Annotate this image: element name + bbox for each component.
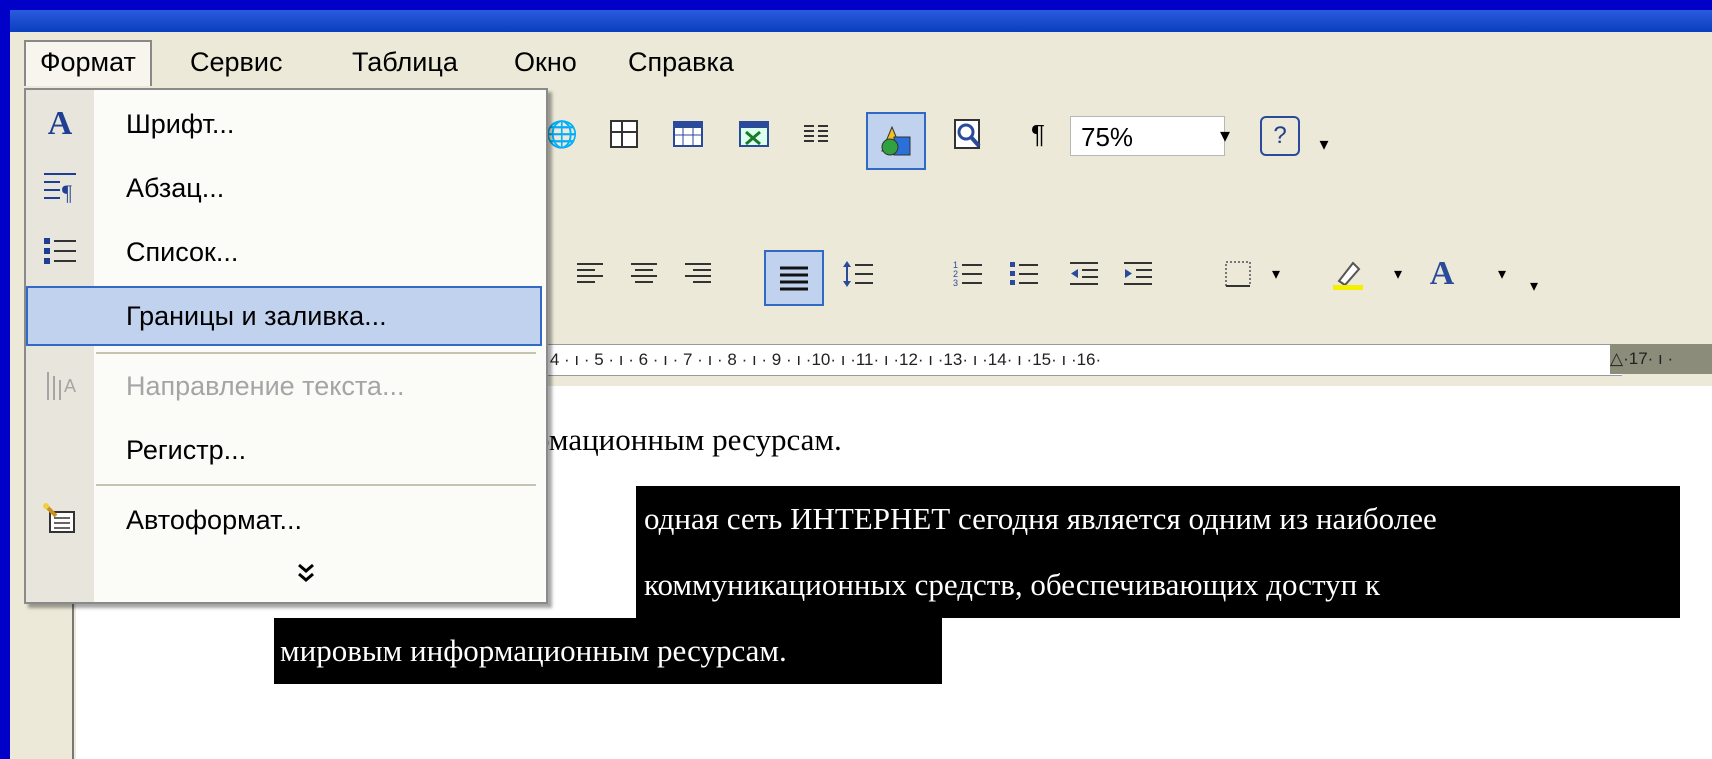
list-icon [40,234,80,270]
menu-item-case[interactable]: Регистр... [26,420,546,480]
hyperlink-icon[interactable]: 🌐 [544,116,580,152]
menu-window[interactable]: Окно [500,42,591,82]
svg-text:¶: ¶ [62,180,72,204]
menu-table[interactable]: Таблица [338,42,472,82]
word-window: Формат Сервис Таблица Окно Справка 🌐 ¶ 7… [10,10,1712,759]
menu-service[interactable]: Сервис [176,42,296,82]
doc-selected-line-2: одная сеть ИНТЕРНЕТ сегодня является одн… [636,486,1680,552]
title-bar [10,10,1712,32]
menu-bar: Формат Сервис Таблица Окно Справка [10,34,1712,90]
text-direction-icon: A [40,368,80,404]
increase-indent-icon[interactable] [1120,256,1156,292]
insert-table-icon[interactable] [670,116,706,152]
doc-selected-line-4: мировым информационным ресурсам. [274,618,942,684]
toolbar-options-icon[interactable]: ▾ [1516,268,1552,304]
toolbar-options-icon[interactable]: ▾ [1306,126,1342,162]
show-hide-pilcrow-icon[interactable]: ¶ [1020,116,1056,152]
font-A-icon: A [47,105,73,142]
menu-item-paragraph[interactable]: ¶ Абзац... [26,158,546,218]
menu-item-list[interactable]: Список... [26,222,546,282]
ruler-ticks: ı · 4 · ı · 5 · ı · 6 · ı · 7 · ı · 8 · … [530,344,1622,376]
borders-dropdown-icon[interactable]: ▾ [1258,256,1294,292]
highlight-dropdown-icon[interactable]: ▾ [1380,256,1416,292]
menu-item-text-direction[interactable]: A Направление текста... [26,356,546,416]
right-indent-marker[interactable]: △·17· ı · [1610,344,1712,374]
expand-menu-chevron-icon[interactable] [296,562,316,591]
align-right-icon[interactable] [680,256,716,292]
menu-separator [96,352,536,354]
svg-text:A: A [64,376,76,396]
svg-text:3: 3 [953,278,958,288]
menu-item-borders-shading[interactable]: Границы и заливка... [26,286,542,346]
decrease-indent-icon[interactable] [1066,256,1102,292]
help-icon[interactable]: ? [1260,116,1300,156]
borders-icon[interactable] [1220,256,1256,292]
menu-format[interactable]: Формат [24,40,152,86]
paragraph-icon: ¶ [40,170,80,206]
align-center-icon[interactable] [626,256,662,292]
doc-line-1: омационным ресурсам. [534,422,842,457]
line-spacing-icon[interactable] [840,256,876,292]
columns-icon[interactable] [798,116,834,152]
zoom-dropdown-arrow-icon[interactable]: ▾ [1210,116,1240,156]
highlight-icon[interactable] [1330,256,1366,292]
bullets-icon[interactable] [1006,256,1042,292]
menu-item-autoformat[interactable]: Автоформат... [26,490,546,550]
drawing-icon[interactable] [866,112,926,170]
document-map-icon[interactable] [950,116,986,152]
format-menu: A Шрифт... ¶ Абзац... Список... Границы … [24,88,548,604]
font-color-dropdown-icon[interactable]: ▾ [1484,256,1520,292]
menu-separator [96,484,536,486]
menu-item-font[interactable]: A Шрифт... [26,94,546,154]
autoformat-icon [40,502,80,538]
doc-selected-line-3: коммуникационных средств, обеспечивающих… [636,552,1680,618]
tables-borders-icon[interactable] [606,116,642,152]
justify-icon[interactable] [764,250,824,306]
menu-help[interactable]: Справка [614,42,748,82]
insert-excel-icon[interactable] [736,116,772,152]
zoom-select[interactable]: 75% [1070,116,1225,156]
font-color-icon[interactable]: A [1424,255,1460,292]
numbering-icon[interactable]: 123 [950,256,986,292]
align-left-icon[interactable] [572,256,608,292]
